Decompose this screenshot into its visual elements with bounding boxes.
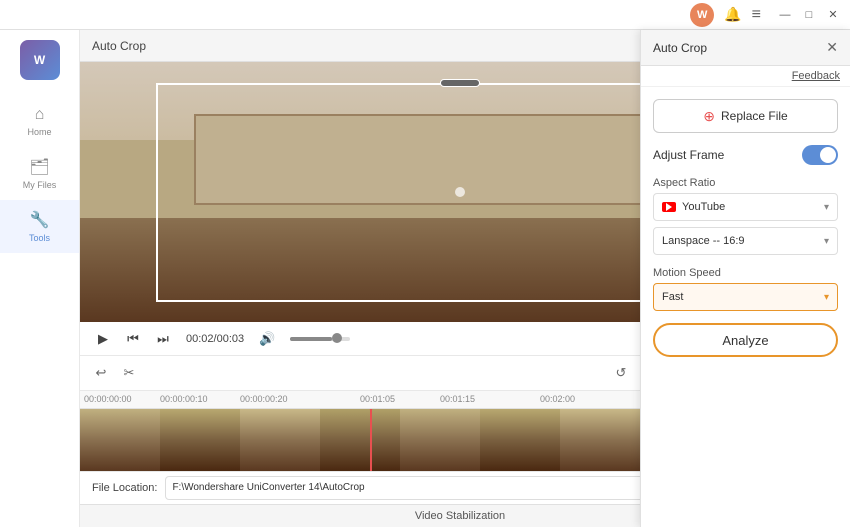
motion-speed-dropdown[interactable]: Fast ▾ [653, 283, 838, 311]
right-panel-body: ⊕ Replace File Adjust Frame Aspect Ratio [641, 87, 850, 527]
ruler-tick-5: 00:02:00 [540, 394, 575, 404]
ruler-tick-0: 00:00:00:00 [84, 394, 132, 404]
playhead[interactable] [370, 409, 372, 472]
adjust-frame-toggle[interactable] [802, 145, 838, 165]
window-controls: — □ ✕ [776, 6, 842, 24]
panel-title: Auto Crop [92, 39, 146, 53]
aspect-ratio-label: Aspect Ratio [653, 177, 838, 189]
toggle-thumb [820, 147, 836, 163]
strip-thumb-6 [480, 409, 560, 472]
minimize-button[interactable]: — [776, 6, 794, 24]
strip-thumb-4 [320, 409, 400, 472]
menu-dots-icon[interactable]: ≡ [752, 6, 760, 24]
motion-speed-label: Motion Speed [653, 267, 838, 279]
aspect-ratio-section: Aspect Ratio YouTube ▾ Lanspace -- 16:9 … [653, 177, 838, 255]
bell-icon[interactable]: 🔔 [724, 6, 741, 23]
sidebar-item-myfiles[interactable]: 🗂 My Files [0, 147, 79, 200]
skip-forward-button[interactable]: ⏭ [152, 328, 174, 350]
volume-fill [290, 337, 332, 341]
video-stabilization-label: Video Stabilization [415, 510, 505, 522]
youtube-label: YouTube [682, 201, 725, 213]
sidebar-item-home[interactable]: ⌂ Home [0, 96, 79, 147]
replace-file-label: Replace File [721, 109, 788, 123]
right-panel: Auto Crop ✕ Feedback ⊕ Replace File Adju… [640, 30, 850, 527]
ruler-tick-3: 00:01:05 [360, 394, 395, 404]
volume-thumb [332, 333, 342, 343]
crop-handle[interactable] [440, 79, 480, 87]
maximize-button[interactable]: □ [800, 6, 818, 24]
dropdown-content: YouTube [662, 201, 725, 213]
feedback-row: Feedback [641, 66, 850, 87]
strip-thumb-2 [160, 409, 240, 472]
volume-slider[interactable] [290, 337, 350, 341]
volume-button[interactable]: 🔊 [256, 328, 278, 350]
ruler-tick-2: 00:00:00:20 [240, 394, 288, 404]
youtube-icon [662, 202, 676, 212]
sidebar-item-myfiles-label: My Files [23, 180, 57, 190]
motion-speed-value: Fast [662, 291, 683, 303]
main-content: converter ages to other ditor subtitle w… [80, 30, 850, 527]
aspect-ratio-dropdown-arrow: ▾ [824, 202, 829, 213]
ruler-tick-4: 00:01:15 [440, 394, 475, 404]
file-location-input[interactable] [165, 476, 721, 500]
right-panel-title: Auto Crop [653, 41, 707, 55]
ruler-tick-1: 00:00:00:10 [160, 394, 208, 404]
adjust-frame-label: Adjust Frame [653, 148, 724, 162]
feedback-link[interactable]: Feedback [792, 70, 840, 82]
lanspace-label: Lanspace -- 16:9 [662, 235, 745, 247]
lanspace-dropdown[interactable]: Lanspace -- 16:9 ▾ [653, 227, 838, 255]
sidebar-item-tools-label: Tools [29, 233, 50, 243]
user-avatar[interactable]: W [690, 3, 714, 27]
motion-speed-section: Motion Speed Fast ▾ [653, 267, 838, 311]
sidebar: W ⌂ Home 🗂 My Files 🔧 Tools [0, 30, 80, 527]
strip-thumb-5 [400, 409, 480, 472]
strip-thumb-1 [80, 409, 160, 472]
yt-triangle [666, 203, 672, 211]
time-display: 00:02/00:03 [186, 333, 244, 345]
file-location-label: File Location: [92, 482, 157, 494]
analyze-button[interactable]: Analyze [653, 323, 838, 357]
sidebar-item-home-label: Home [27, 127, 51, 137]
tools-icon: 🔧 [30, 210, 50, 230]
lanspace-dropdown-arrow: ▾ [824, 236, 829, 247]
undo-button[interactable]: ↩ [90, 362, 112, 384]
replace-file-button[interactable]: ⊕ Replace File [653, 99, 838, 133]
replace-icon: ⊕ [703, 108, 715, 125]
split-button[interactable]: ✂ [118, 362, 140, 384]
strip-thumb-7 [560, 409, 640, 472]
adjust-frame-row: Adjust Frame [653, 145, 838, 165]
sidebar-item-tools[interactable]: 🔧 Tools [0, 200, 79, 253]
close-button[interactable]: ✕ [824, 6, 842, 24]
title-bar-icons: W 🔔 ≡ [690, 3, 760, 27]
right-panel-header: Auto Crop ✕ [641, 30, 850, 66]
title-bar: W 🔔 ≡ — □ ✕ [0, 0, 850, 30]
play-button[interactable]: ▶ [92, 328, 114, 350]
right-panel-close-button[interactable]: ✕ [826, 39, 838, 56]
motion-speed-dropdown-arrow: ▾ [824, 292, 829, 303]
home-icon: ⌂ [35, 106, 45, 124]
myfiles-icon: 🗂 [29, 157, 49, 177]
undo2-button[interactable]: ↺ [610, 362, 632, 384]
aspect-ratio-dropdown[interactable]: YouTube ▾ [653, 193, 838, 221]
app-logo: W [20, 40, 60, 80]
strip-thumb-3 [240, 409, 320, 472]
skip-back-button[interactable]: ⏮ [122, 328, 144, 350]
